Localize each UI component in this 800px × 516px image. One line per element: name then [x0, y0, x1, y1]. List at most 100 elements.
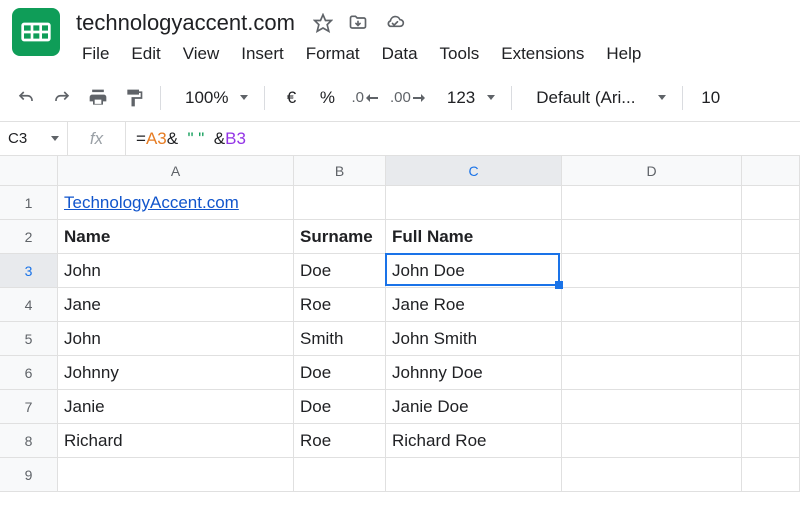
cell[interactable] — [562, 254, 742, 288]
row-header-5[interactable]: 5 — [0, 322, 58, 356]
table-row: JohnSmithJohn Smith — [58, 322, 800, 356]
cell[interactable] — [562, 322, 742, 356]
menu-help[interactable]: Help — [596, 40, 651, 68]
cell[interactable]: John — [58, 254, 294, 288]
table-row: JanieDoeJanie Doe — [58, 390, 800, 424]
formula-bar: C3 fx =A3& " " &B3 — [0, 122, 800, 156]
cell[interactable]: Johnny — [58, 356, 294, 390]
row-header-6[interactable]: 6 — [0, 356, 58, 390]
table-row: NameSurnameFull Name — [58, 220, 800, 254]
cell[interactable]: Richard — [58, 424, 294, 458]
menu-tools[interactable]: Tools — [430, 40, 490, 68]
star-icon[interactable] — [313, 13, 333, 33]
cell[interactable]: Doe — [294, 390, 386, 424]
menu-data[interactable]: Data — [372, 40, 428, 68]
cell[interactable] — [562, 424, 742, 458]
percent-button[interactable]: % — [311, 82, 343, 114]
cell[interactable]: Janie Doe — [386, 390, 562, 424]
menu-format[interactable]: Format — [296, 40, 370, 68]
zoom-select[interactable]: 100% — [171, 88, 254, 108]
cell[interactable]: Doe — [294, 356, 386, 390]
cell[interactable]: TechnologyAccent.com — [58, 186, 294, 220]
table-row: JohnDoeJohn Doe — [58, 254, 800, 288]
row-header-3[interactable]: 3 — [0, 254, 58, 288]
redo-icon[interactable] — [46, 82, 78, 114]
cell[interactable] — [562, 220, 742, 254]
cell[interactable]: Roe — [294, 288, 386, 322]
col-header-C[interactable]: C — [386, 156, 562, 186]
cell[interactable]: Full Name — [386, 220, 562, 254]
cloud-status-icon[interactable] — [383, 13, 407, 33]
col-header-blank[interactable] — [742, 156, 800, 186]
table-row: JaneRoeJane Roe — [58, 288, 800, 322]
row-header-7[interactable]: 7 — [0, 390, 58, 424]
print-icon[interactable] — [82, 82, 114, 114]
cell[interactable] — [562, 288, 742, 322]
menu-insert[interactable]: Insert — [231, 40, 294, 68]
cell[interactable] — [742, 356, 800, 390]
menu-extensions[interactable]: Extensions — [491, 40, 594, 68]
menu-view[interactable]: View — [173, 40, 230, 68]
cell[interactable]: Doe — [294, 254, 386, 288]
row-header-8[interactable]: 8 — [0, 424, 58, 458]
move-folder-icon[interactable] — [347, 13, 369, 33]
cell[interactable] — [562, 186, 742, 220]
select-all-corner[interactable] — [0, 156, 58, 186]
cell[interactable] — [562, 356, 742, 390]
cell[interactable] — [386, 186, 562, 220]
cell[interactable] — [294, 186, 386, 220]
col-header-A[interactable]: A — [58, 156, 294, 186]
decrease-decimal-button[interactable]: .0 — [347, 82, 382, 114]
cell[interactable] — [294, 458, 386, 492]
cell[interactable] — [742, 424, 800, 458]
table-row: JohnnyDoeJohnny Doe — [58, 356, 800, 390]
cell[interactable] — [742, 322, 800, 356]
cell[interactable]: Name — [58, 220, 294, 254]
menu-edit[interactable]: Edit — [121, 40, 170, 68]
fx-icon: fx — [68, 122, 126, 155]
font-family-select[interactable]: Default (Ari... — [522, 88, 672, 108]
menu-file[interactable]: File — [72, 40, 119, 68]
undo-icon[interactable] — [10, 82, 42, 114]
currency-button[interactable]: € — [275, 82, 307, 114]
col-header-B[interactable]: B — [294, 156, 386, 186]
cell[interactable] — [742, 390, 800, 424]
number-format-select[interactable]: 123 — [433, 88, 501, 108]
increase-decimal-button[interactable]: .00 — [386, 82, 429, 114]
cell[interactable] — [742, 254, 800, 288]
col-header-D[interactable]: D — [562, 156, 742, 186]
cell[interactable]: Smith — [294, 322, 386, 356]
cell[interactable] — [742, 288, 800, 322]
cell[interactable]: Roe — [294, 424, 386, 458]
cell[interactable] — [742, 186, 800, 220]
row-header-4[interactable]: 4 — [0, 288, 58, 322]
cell[interactable] — [58, 458, 294, 492]
cell[interactable]: Johnny Doe — [386, 356, 562, 390]
cell[interactable]: John — [58, 322, 294, 356]
cell[interactable] — [386, 458, 562, 492]
table-row — [58, 458, 800, 492]
cell[interactable] — [742, 220, 800, 254]
sheets-logo-icon[interactable] — [12, 8, 60, 56]
row-header-9[interactable]: 9 — [0, 458, 58, 492]
table-row: TechnologyAccent.com — [58, 186, 800, 220]
row-header-1[interactable]: 1 — [0, 186, 58, 220]
cell[interactable]: Richard Roe — [386, 424, 562, 458]
cell[interactable]: Jane Roe — [386, 288, 562, 322]
cell[interactable]: John Smith — [386, 322, 562, 356]
formula-input[interactable]: =A3& " " &B3 — [126, 129, 800, 149]
table-row: RichardRoeRichard Roe — [58, 424, 800, 458]
row-header-2[interactable]: 2 — [0, 220, 58, 254]
paint-format-icon[interactable] — [118, 82, 150, 114]
cell[interactable]: John Doe — [386, 254, 562, 288]
menu-bar: File Edit View Insert Format Data Tools … — [72, 38, 788, 74]
cell[interactable] — [562, 458, 742, 492]
name-box[interactable]: C3 — [0, 122, 68, 155]
document-title[interactable]: technologyaccent.com — [72, 10, 295, 36]
cell[interactable] — [562, 390, 742, 424]
cell[interactable] — [742, 458, 800, 492]
cell[interactable]: Jane — [58, 288, 294, 322]
font-size-input[interactable]: 10 — [693, 88, 728, 108]
cell[interactable]: Janie — [58, 390, 294, 424]
cell[interactable]: Surname — [294, 220, 386, 254]
